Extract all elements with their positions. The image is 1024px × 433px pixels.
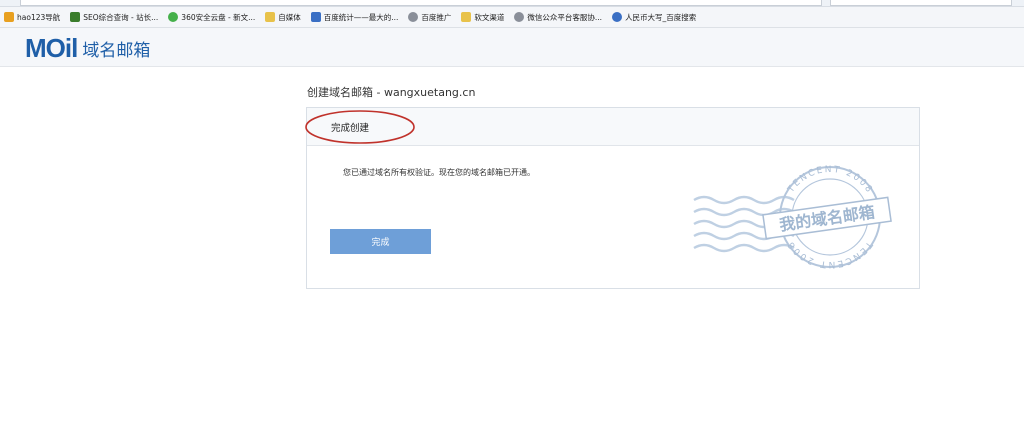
svg-text:TENCENT 2008: TENCENT 2008 xyxy=(785,238,874,269)
paw-icon xyxy=(612,12,623,22)
bookmark-label: SEO综合查询 - 站长... xyxy=(83,12,159,22)
bookmark-baidu-tuiguang[interactable]: 百度推广 xyxy=(408,12,451,23)
bookmark-label: 百度统计——最大的... xyxy=(323,12,399,22)
bookmarks-bar: hao123导航 SEO综合查询 - 站长... 360安全云盘 - 新文...… xyxy=(0,7,1024,28)
logo-text: 域名邮箱 xyxy=(82,41,151,61)
bookmark-baidu-tongji[interactable]: 百度统计——最大的... xyxy=(310,12,399,23)
bookmark-rmb-daxie[interactable]: 人民币大写_百度搜索 xyxy=(612,12,696,23)
bookmark-zimeiti[interactable]: 自媒体 xyxy=(265,12,301,23)
bookmark-label: 自媒体 xyxy=(278,12,301,22)
bookmark-hao123[interactable]: hao123导航 xyxy=(4,12,60,23)
page-title: 创建域名邮箱 - wangxuetang.cn xyxy=(307,86,476,99)
card-header: 完成创建 xyxy=(305,108,919,146)
bookmark-label: 人民币大写_百度搜索 xyxy=(625,12,697,22)
seo-icon xyxy=(70,12,81,22)
bookmark-label: 微信公众平台客服协... xyxy=(527,12,603,22)
bookmark-label: 360安全云盘 - 新文... xyxy=(181,12,256,22)
folder-icon xyxy=(265,12,276,22)
bookmark-label: 软文渠道 xyxy=(474,12,505,22)
globe-icon xyxy=(408,12,419,22)
stamp-ring-bottom: TENCENT 2008 xyxy=(785,238,872,269)
bookmark-weixin[interactable]: 微信公众平台客服协... xyxy=(514,12,602,23)
svg-text:TENCENT 2008: TENCENT 2008 xyxy=(786,165,875,196)
postmark-stamp-icon: TENCENT 2008 TENCENT 2008 我的域名邮箱 xyxy=(693,165,892,269)
stats-icon xyxy=(310,12,321,22)
folder-icon xyxy=(461,12,472,22)
hao123-icon xyxy=(4,12,14,22)
create-result-card: 完成创建 您已通过域名所有权验证。现在您的域名邮箱已开通。 完成 TENCENT… xyxy=(305,107,920,289)
success-message: 您已通过域名所有权验证。现在您的域名邮箱已开通。 xyxy=(343,168,535,177)
stamp-ring-top: TENCENT 2008 xyxy=(786,165,873,196)
bookmark-label: 百度推广 xyxy=(421,12,452,22)
logo[interactable]: MOil 域名邮箱 xyxy=(25,33,150,64)
browser-search-box[interactable] xyxy=(830,0,1012,6)
bookmark-label: hao123导航 xyxy=(17,12,61,22)
site-header: MOil 域名邮箱 xyxy=(0,28,1024,67)
bookmark-ruanwen[interactable]: 软文渠道 xyxy=(461,12,504,23)
address-bar[interactable] xyxy=(20,0,822,6)
annotation-ellipse xyxy=(305,110,415,144)
logo-mark: MOil xyxy=(25,33,78,63)
finish-button[interactable]: 完成 xyxy=(330,229,431,254)
bookmark-seo[interactable]: SEO综合查询 - 站长... xyxy=(70,12,158,23)
cloud-icon xyxy=(168,12,179,22)
browser-address-strip xyxy=(0,0,1024,7)
bookmark-360-cloud[interactable]: 360安全云盘 - 新文... xyxy=(168,12,255,23)
globe-icon xyxy=(514,12,525,22)
